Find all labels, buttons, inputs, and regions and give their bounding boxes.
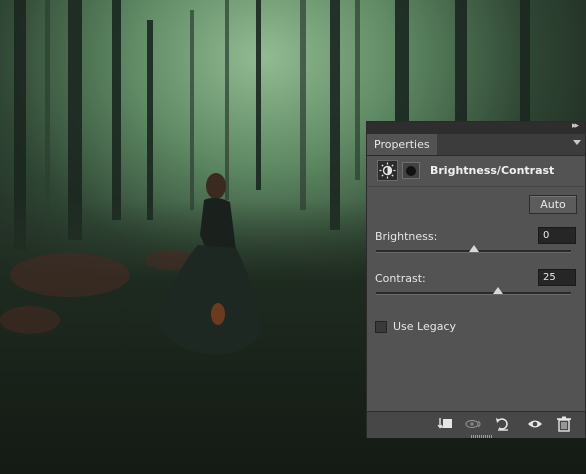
brightness-label: Brightness: — [375, 230, 438, 243]
adjustment-header: Brightness/Contrast — [367, 156, 585, 187]
use-legacy-checkbox[interactable] — [375, 321, 387, 333]
trash-icon[interactable] — [554, 415, 574, 433]
contrast-label: Contrast: — [375, 272, 426, 285]
panel-title-bar: ▸▸ — [367, 121, 585, 134]
properties-panel: ▸▸ Properties Brightness/Contrast Auto B… — [366, 121, 586, 438]
layer-mask-icon[interactable] — [402, 162, 420, 179]
contrast-slider[interactable] — [376, 287, 571, 295]
reset-icon[interactable] — [493, 415, 513, 433]
clip-to-layer-icon[interactable] — [435, 415, 455, 433]
brightness-contrast-icon[interactable] — [377, 160, 398, 181]
adjustment-title: Brightness/Contrast — [430, 164, 555, 177]
panel-resize-grip[interactable] — [471, 435, 493, 438]
tab-properties[interactable]: Properties — [367, 134, 437, 155]
double-chevron-right-icon[interactable]: ▸▸ — [572, 121, 579, 131]
view-previous-state-icon[interactable] — [464, 415, 484, 433]
use-legacy-label: Use Legacy — [393, 320, 457, 333]
panel-tab-bar: Properties — [367, 134, 585, 156]
auto-button[interactable]: Auto — [529, 195, 577, 214]
brightness-value-field[interactable]: 0 — [538, 227, 576, 244]
brightness-slider-thumb[interactable] — [468, 245, 479, 252]
panel-bottom-toolbar — [367, 411, 585, 438]
panel-menu-icon[interactable] — [573, 140, 581, 145]
brightness-slider[interactable] — [376, 245, 571, 253]
eye-icon[interactable] — [525, 415, 545, 433]
contrast-slider-thumb[interactable] — [492, 287, 503, 294]
contrast-value-field[interactable]: 25 — [538, 269, 576, 286]
